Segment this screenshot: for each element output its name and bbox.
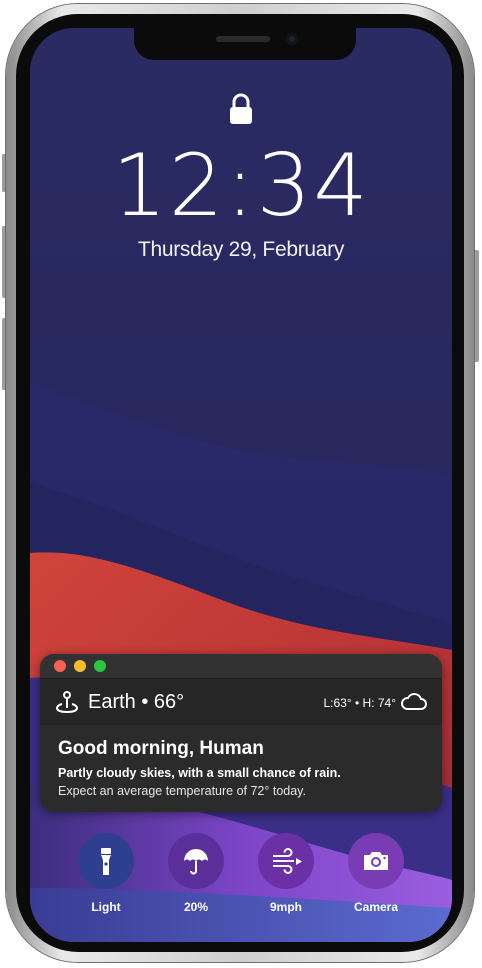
- device-canvas: 12:34 Thursday 29, February Earth • 66° …: [0, 0, 482, 968]
- flashlight-label: Light: [91, 900, 121, 914]
- rain-chance-label: 20%: [183, 900, 209, 914]
- wind-speed-button[interactable]: [258, 833, 314, 889]
- clock-time: 12:34: [112, 136, 370, 236]
- wind-speed-label: 9mph: [269, 900, 302, 914]
- greeting-text: Good morning, Human: [58, 738, 264, 759]
- location-pin-icon: [56, 691, 78, 714]
- power-button: [474, 250, 479, 362]
- location-temperature: Earth • 66°: [88, 691, 185, 713]
- lock-screen: 12:34 Thursday 29, February Earth • 66° …: [30, 28, 452, 942]
- lock-icon: [230, 93, 252, 124]
- earpiece-speaker: [216, 36, 270, 42]
- flashlight-button[interactable]: [78, 833, 134, 889]
- close-window-button[interactable]: [54, 660, 66, 672]
- forecast-summary: Partly cloudy skies, with a small chance…: [58, 766, 341, 780]
- camera-button[interactable]: [348, 833, 404, 889]
- clock-date: Thursday 29, February: [137, 238, 345, 261]
- camera-icon: [364, 852, 388, 870]
- zoom-window-button[interactable]: [94, 660, 106, 672]
- weather-widget[interactable]: Earth • 66° L:63° • H: 74° Good morning,…: [40, 654, 442, 812]
- low-high-temperature: L:63° • H: 74°: [323, 696, 396, 710]
- front-camera: [286, 33, 298, 45]
- flashlight-icon: [101, 848, 111, 875]
- forecast-detail: Expect an average temperature of 72° tod…: [58, 784, 306, 798]
- notch: [134, 28, 356, 60]
- rain-chance-button[interactable]: [168, 833, 224, 889]
- widget-titlebar: [40, 654, 442, 679]
- wind-icon: [273, 848, 302, 874]
- camera-label: Camera: [353, 900, 399, 914]
- umbrella-icon: [184, 849, 208, 875]
- minimize-window-button[interactable]: [74, 660, 86, 672]
- cloud-icon: [401, 693, 427, 710]
- widget-header: Earth • 66° L:63° • H: 74°: [40, 679, 442, 725]
